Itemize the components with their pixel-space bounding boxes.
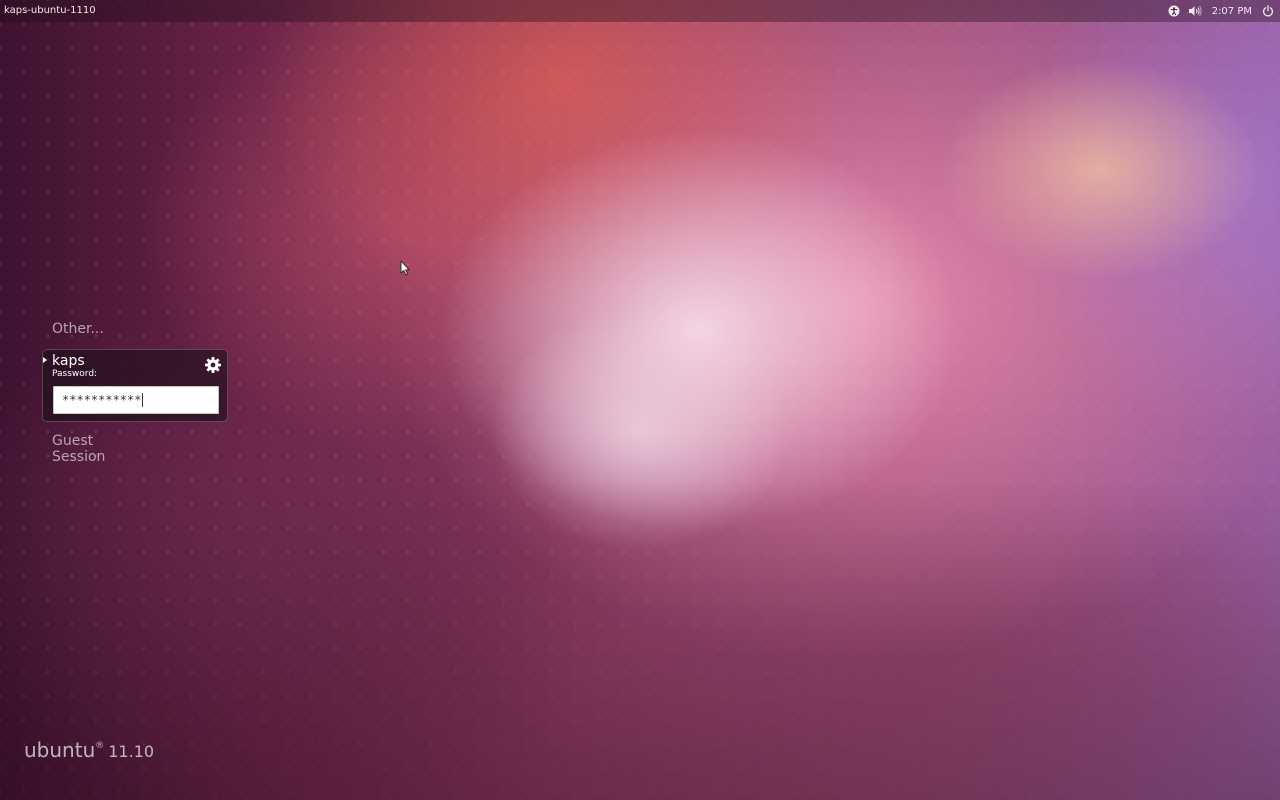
password-field[interactable]: *********** bbox=[53, 386, 219, 414]
password-label: Password: bbox=[52, 369, 98, 379]
sound-icon[interactable] bbox=[1188, 3, 1202, 19]
brand-registered-mark: ® bbox=[95, 741, 105, 751]
brand-version: 11.10 bbox=[108, 742, 155, 761]
top-panel: kaps-ubuntu-1110 2:07 PM bbox=[0, 0, 1280, 22]
active-user-arrow-icon bbox=[43, 357, 47, 363]
guest-session-option[interactable]: Guest Session bbox=[52, 433, 105, 465]
username-label[interactable]: kaps bbox=[52, 353, 85, 369]
gear-icon[interactable] bbox=[204, 356, 222, 374]
indicator-area: 2:07 PM bbox=[1168, 3, 1274, 19]
ubuntu-logo: ubuntu ® 11.10 bbox=[24, 738, 154, 762]
brand-word: ubuntu bbox=[24, 738, 96, 762]
other-user-option[interactable]: Other... bbox=[52, 321, 104, 337]
power-icon[interactable] bbox=[1262, 3, 1274, 19]
clock[interactable]: 2:07 PM bbox=[1212, 6, 1252, 17]
login-screen: { "top_panel": { "hostname": "kaps-ubunt… bbox=[0, 0, 1280, 800]
login-box-kaps: kaps Password: *********** bbox=[42, 349, 228, 422]
text-caret bbox=[142, 393, 144, 407]
hostname-label: kaps-ubuntu-1110 bbox=[4, 5, 96, 16]
mouse-pointer-icon bbox=[400, 260, 410, 276]
password-value: *********** bbox=[62, 393, 142, 407]
accessibility-icon[interactable] bbox=[1168, 3, 1180, 19]
